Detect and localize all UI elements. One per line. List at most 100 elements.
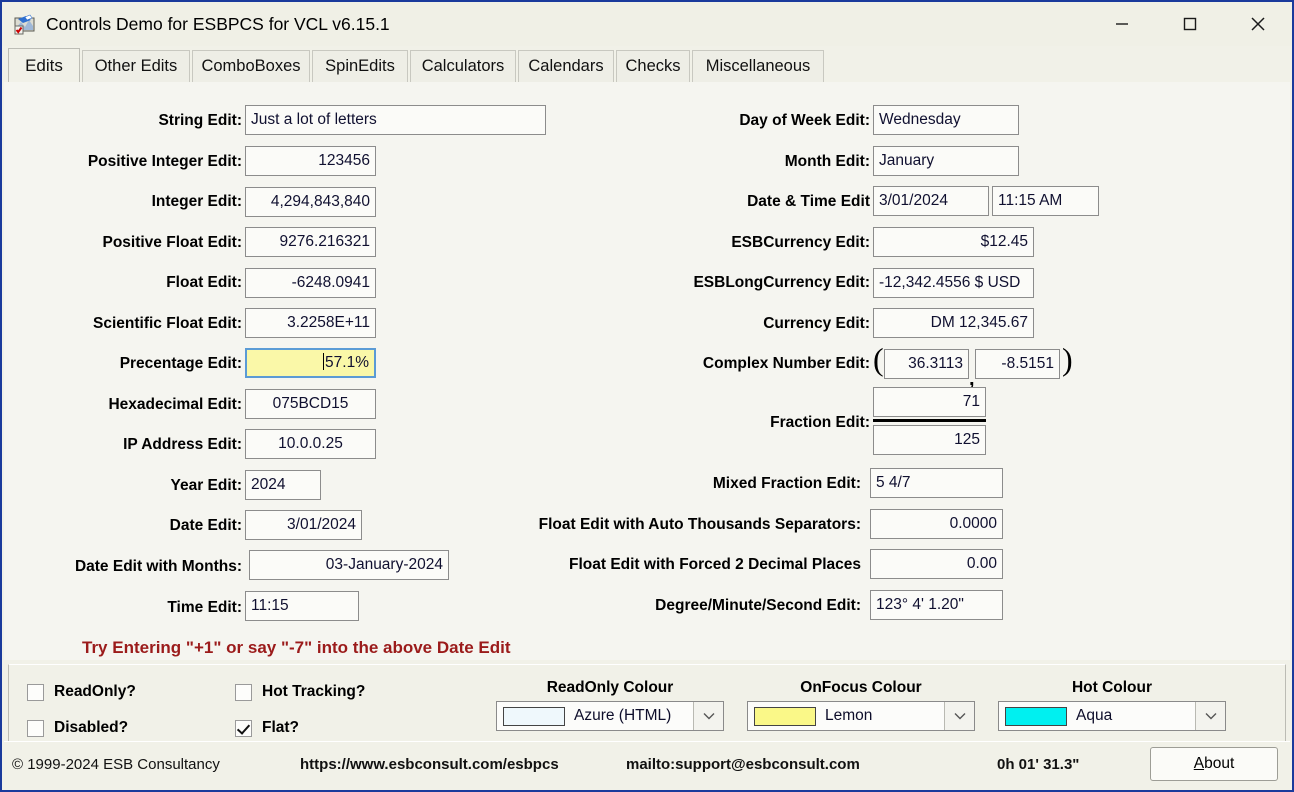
field-date-time-date[interactable]: 3/01/2024 [873,186,989,216]
label-time-edit: Time Edit: [167,599,242,616]
label-date-time-edit: Date & Time Edit [747,193,870,210]
field-dms-edit[interactable]: 123° 4' 1.20" [870,590,1003,620]
label-hot-colour: Hot Colour [1071,679,1153,696]
field-esblongcurrency-edit[interactable]: -12,342.4556 $ USD [873,268,1034,298]
checkbox-hot-tracking[interactable]: Hot Tracking? [235,683,365,701]
window-controls [1088,2,1292,46]
checkbox-disabled-box[interactable] [27,719,44,737]
label-month-edit: Month Edit: [784,153,870,170]
label-dms-edit: Degree/Minute/Second Edit: [655,597,861,614]
options-panel: ReadOnly? Disabled? Hot Tracking? Flat? … [8,664,1286,744]
label-day-of-week-edit: Day of Week Edit: [739,112,870,129]
tab-calendars[interactable]: Calendars [518,50,614,82]
field-string-edit[interactable]: Just a lot of letters [245,105,546,135]
field-time-edit[interactable]: 11:15 [245,591,359,621]
text-caret [323,353,325,370]
close-icon [1251,17,1265,31]
field-month-edit[interactable]: January [873,146,1019,176]
percentage-value: 57.1% [325,354,369,371]
checkbox-hot-tracking-box[interactable] [235,683,252,701]
label-date-with-months-edit: Date Edit with Months: [74,558,242,575]
tab-edits[interactable]: Edits [8,48,80,82]
maximize-icon [1183,17,1197,31]
checkbox-disabled-label: Disabled? [54,719,129,736]
tab-spinedits[interactable]: SpinEdits [312,50,408,82]
field-scientific-float-edit[interactable]: 3.2258E+11 [245,308,376,338]
chevron-down-icon[interactable] [1195,702,1225,730]
checkbox-readonly-box[interactable] [27,683,44,701]
label-date-edit: Date Edit: [169,517,242,534]
swatch-hot-colour [1005,706,1067,726]
label-positive-float-edit: Positive Float Edit: [102,234,242,251]
swatch-onfocus-colour [754,706,816,726]
label-readonly-colour: ReadOnly Colour [546,679,674,696]
status-bar: © 1999-2024 ESB Consultancy https://www.… [4,741,1290,788]
tab-miscellaneous[interactable]: Miscellaneous [692,50,824,82]
field-positive-float-edit[interactable]: 9276.216321 [245,227,376,257]
chevron-down-icon[interactable] [693,702,723,730]
field-fraction-denominator[interactable]: 125 [873,425,986,455]
field-float-forced-2dp-edit[interactable]: 0.00 [870,549,1003,579]
combo-group-readonly-colour: ReadOnly Colour Azure (HTML) [496,679,724,731]
status-email[interactable]: mailto:support@esbconsult.com [626,755,860,775]
field-integer-edit[interactable]: 4,294,843,840 [245,187,376,217]
label-integer-edit: Integer Edit: [151,193,242,210]
combo-onfocus-colour-value: Lemon [825,707,873,724]
label-percentage-edit: Precentage Edit: [119,355,242,372]
field-date-edit[interactable]: 3/01/2024 [245,510,362,540]
label-float-forced-2dp-edit: Float Edit with Forced 2 Decimal Places [568,556,861,573]
label-float-auto-separators-edit: Float Edit with Auto Thousands Separator… [538,516,861,533]
field-year-edit[interactable]: 2024 [245,470,321,500]
field-day-of-week-edit[interactable]: Wednesday [873,105,1019,135]
label-onfocus-colour: OnFocus Colour [800,679,922,696]
field-float-edit[interactable]: -6248.0941 [245,268,376,298]
field-ip-address-edit[interactable]: 10.0.0.25 [245,429,376,459]
checkbox-readonly-label: ReadOnly? [54,683,136,700]
field-float-auto-separators-edit[interactable]: 0.0000 [870,509,1003,539]
combo-onfocus-colour[interactable]: Lemon [747,701,975,731]
field-fraction-numerator[interactable]: 71 [873,387,986,417]
window-title: Controls Demo for ESBPCS for VCL v6.15.1 [46,13,390,34]
label-complex-number-edit: Complex Number Edit: [702,355,870,372]
checkbox-readonly[interactable]: ReadOnly? [27,683,136,701]
tab-other-edits[interactable]: Other Edits [82,50,190,82]
label-hexadecimal-edit: Hexadecimal Edit: [108,396,242,413]
app-icon [14,13,36,35]
status-timer: 0h 01' 31.3" [997,756,1080,773]
about-button[interactable]: About [1150,747,1278,781]
field-hexadecimal-edit[interactable]: 075BCD15 [245,389,376,419]
field-percentage-edit[interactable]: 57.1% [245,348,376,378]
tab-checks[interactable]: Checks [616,50,690,82]
field-mixed-fraction-edit[interactable]: 5 4/7 [870,468,1003,498]
field-date-with-months-edit[interactable]: 03-January-2024 [249,550,449,580]
combo-hot-colour[interactable]: Aqua [998,701,1226,731]
label-mixed-fraction-edit: Mixed Fraction Edit: [712,475,861,492]
label-currency-edit: Currency Edit: [763,315,870,332]
complex-close-paren: ) [1062,341,1073,377]
tab-comboboxes[interactable]: ComboBoxes [192,50,310,82]
swatch-readonly-colour [503,706,565,726]
field-complex-real[interactable]: 36.3113 [884,349,969,379]
checkbox-flat[interactable]: Flat? [235,719,299,737]
edits-tab-panel: String Edit: Just a lot of letters Posit… [4,82,1290,660]
title-bar: Controls Demo for ESBPCS for VCL v6.15.1 [2,2,1292,46]
field-complex-imaginary[interactable]: -8.5151 [975,349,1060,379]
field-positive-integer-edit[interactable]: 123456 [245,146,376,176]
label-fraction-edit: Fraction Edit: [770,414,870,431]
field-esbcurrency-edit[interactable]: $12.45 [873,227,1034,257]
date-edit-hint: Try Entering "+1" or say "-7" into the a… [82,638,511,657]
combo-readonly-colour-value: Azure (HTML) [574,707,672,724]
checkbox-flat-label: Flat? [262,719,300,736]
minimize-button[interactable] [1088,2,1156,46]
field-currency-edit[interactable]: DM 12,345.67 [873,308,1034,338]
checkbox-flat-box[interactable] [235,719,252,737]
status-website[interactable]: https://www.esbconsult.com/esbpcs [300,755,559,775]
maximize-button[interactable] [1156,2,1224,46]
chevron-down-icon[interactable] [944,702,974,730]
tab-calculators[interactable]: Calculators [410,50,516,82]
combo-readonly-colour[interactable]: Azure (HTML) [496,701,724,731]
about-button-mnemonic: A [1193,755,1205,772]
checkbox-disabled[interactable]: Disabled? [27,719,128,737]
close-button[interactable] [1224,2,1292,46]
field-date-time-time[interactable]: 11:15 AM [992,186,1099,216]
